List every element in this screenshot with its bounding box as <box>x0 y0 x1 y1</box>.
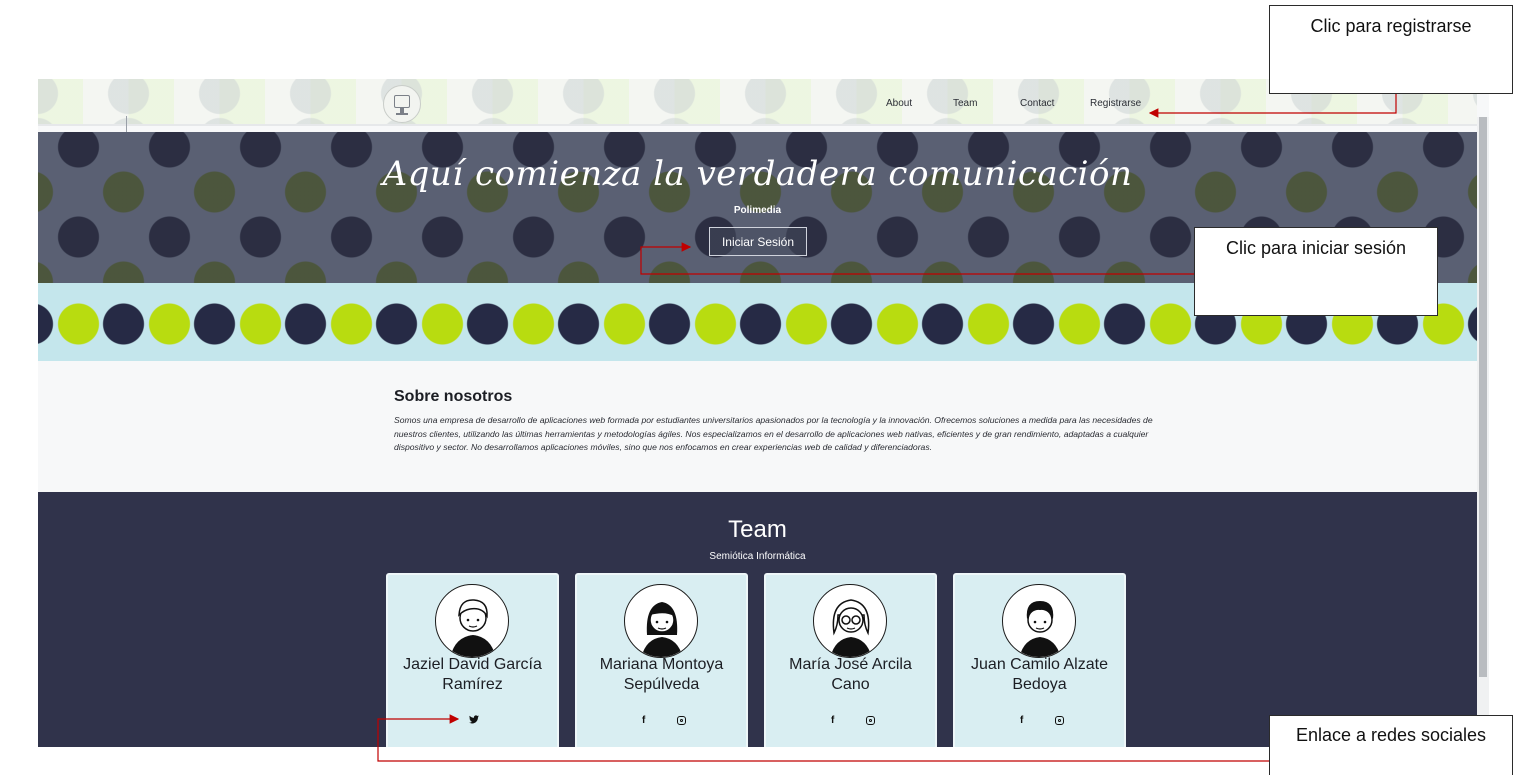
arrow-social <box>377 714 1269 762</box>
arrow-login <box>640 242 1194 275</box>
annotation-arrows <box>377 94 1397 762</box>
arrow-register <box>1148 94 1397 118</box>
